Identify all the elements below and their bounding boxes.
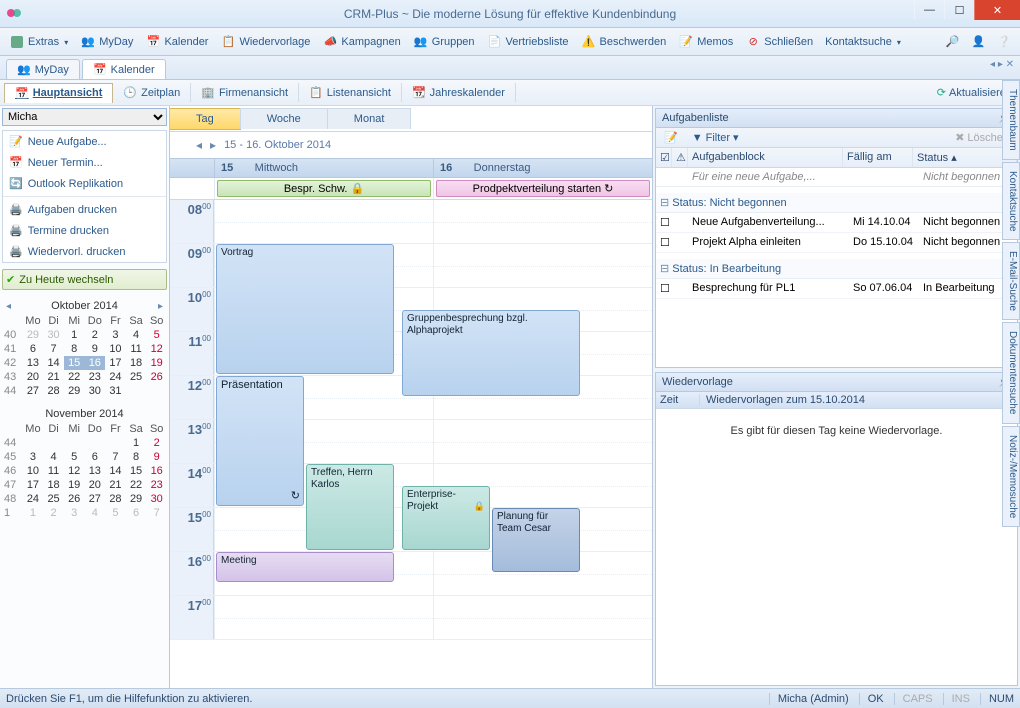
view-hauptansicht[interactable]: 📅Hauptansicht — [4, 83, 113, 103]
aufgaben-drucken-button[interactable]: 🖨️Aufgaben drucken — [3, 199, 166, 220]
left-sidebar: Micha 📝Neue Aufgabe... 📅Neuer Termin... … — [0, 106, 170, 688]
main-toolbar: Extras 👥MyDay 📅Kalender 📋Wiedervorlage 📣… — [0, 28, 1020, 56]
zeit-value: Wiedervorlagen zum 15.10.2014 — [700, 394, 1013, 406]
minicalendar-oktober[interactable]: ◂Oktober 2014▸ MoDiMiDoFrSaSo 4029301234… — [2, 298, 167, 398]
event-gruppe[interactable]: Gruppenbesprechung bzgl. Alphaprojekt — [402, 310, 580, 396]
tab-myday[interactable]: 👥MyDay — [6, 59, 80, 79]
task-row[interactable]: ☐Projekt Alpha einleitenDo 15.10.04Nicht… — [656, 233, 1017, 253]
wiedervorlage-title: Wiedervorlage — [662, 376, 733, 388]
day-header-1[interactable]: 15 Mittwoch — [214, 159, 433, 177]
sidetab-dokumentensuche[interactable]: Dokumentensuche — [1002, 322, 1020, 423]
window-title: CRM-Plus ~ Die moderne Lösung für effekt… — [344, 7, 676, 21]
view-tabs: 📅Hauptansicht 🕒Zeitplan 🏢Firmenansicht 📋… — [0, 80, 1020, 106]
event-praesentation[interactable]: Präsentation↻ — [216, 376, 304, 506]
aktualisieren-button[interactable]: ⟳Aktualisieren — [937, 86, 1012, 99]
side-tabs: Themenbaum Kontaktsuche E-Mail-Suche Dok… — [1002, 80, 1020, 529]
time-grid[interactable]: 0800 0900 1000 1100 1200 1300 1400 1500 … — [170, 200, 652, 688]
event-meeting[interactable]: Meeting — [216, 552, 394, 582]
allday-event-2[interactable]: Prodpektverteilung starten↻ — [436, 180, 650, 197]
wiedervorlage-button[interactable]: 📋Wiedervorlage — [215, 32, 315, 52]
status-ins: INS — [943, 693, 970, 705]
tool-icon-2[interactable]: 👤 — [967, 33, 991, 50]
neuer-termin-button[interactable]: 📅Neuer Termin... — [3, 152, 166, 173]
view-listenansicht[interactable]: 📋Listenansicht — [299, 83, 402, 102]
event-enterprise[interactable]: Enterprise-Projekt — [402, 486, 490, 550]
neue-aufgabe-button[interactable]: 📝Neue Aufgabe... — [3, 131, 166, 152]
view-zeitplan[interactable]: 🕒Zeitplan — [113, 83, 191, 102]
zu-heute-button[interactable]: ✔Zu Heute wechseln — [2, 269, 167, 290]
document-tabs: 👥MyDay 📅Kalender ◂ ▸ ✕ — [0, 56, 1020, 80]
range-tag[interactable]: Tag — [170, 108, 241, 130]
action-list: 📝Neue Aufgabe... 📅Neuer Termin... 🔄Outlo… — [2, 130, 167, 263]
memos-button[interactable]: 📝Memos — [673, 32, 738, 52]
allday-event-1[interactable]: Bespr. Schw.🔒 — [217, 180, 431, 197]
new-task-icon[interactable]: 📝 — [660, 130, 682, 145]
event-vortrag[interactable]: Vortrag — [216, 244, 394, 374]
wiedervorl-drucken-button[interactable]: 🖨️Wiedervorl. drucken — [3, 241, 166, 262]
status-num: NUM — [980, 693, 1014, 705]
close-button[interactable]: ✕ — [974, 0, 1020, 20]
sidetab-kontaktsuche[interactable]: Kontaktsuche — [1002, 162, 1020, 241]
vertriebsliste-button[interactable]: 📄Vertriebsliste — [482, 32, 574, 52]
sidetab-themenbaum[interactable]: Themenbaum — [1002, 80, 1020, 160]
zeit-label: Zeit — [660, 394, 700, 406]
minicalendar-november[interactable]: November 2014 MoDiMiDoFrSaSo 4412 453456… — [2, 406, 167, 520]
group-in-bearbeitung[interactable]: Status: In Bearbeitung — [656, 259, 1017, 279]
group-nicht-begonnen[interactable]: Status: Nicht begonnen — [656, 193, 1017, 213]
outlook-replikation-button[interactable]: 🔄Outlook Replikation — [3, 173, 166, 194]
range-woche[interactable]: Woche — [240, 108, 328, 129]
col-faellig[interactable]: Fällig am — [843, 148, 913, 167]
app-icon — [6, 5, 22, 21]
kampagnen-button[interactable]: 📣Kampagnen — [317, 32, 405, 52]
col-status[interactable]: Status ▴ — [913, 148, 1003, 167]
tab-controls[interactable]: ◂ ▸ ✕ — [990, 59, 1014, 70]
tab-kalender[interactable]: 📅Kalender — [82, 59, 166, 79]
recur-icon: ↻ — [604, 182, 613, 195]
lock-icon: 🔒 — [350, 182, 364, 195]
termine-drucken-button[interactable]: 🖨️Termine drucken — [3, 220, 166, 241]
date-header: ◂ ▸ 15 - 16. Oktober 2014 — [170, 132, 652, 158]
view-firmenansicht[interactable]: 🏢Firmenansicht — [191, 83, 299, 102]
kalender-button[interactable]: 📅Kalender — [140, 32, 213, 52]
gruppen-button[interactable]: 👥Gruppen — [408, 32, 480, 52]
view-jahreskalender[interactable]: 📆Jahreskalender — [402, 83, 516, 102]
next-day-button[interactable]: ▸ — [210, 138, 216, 152]
day-header-2[interactable]: 16 Donnerstag — [433, 159, 652, 177]
minimize-button[interactable]: — — [914, 0, 944, 20]
kontaktsuche-button[interactable]: Kontaktsuche — [820, 34, 906, 50]
tool-icon-1[interactable]: 🔎 — [941, 33, 965, 50]
aufgabenliste-title: Aufgabenliste — [662, 112, 729, 124]
task-row[interactable]: ☐Besprechung für PL1So 07.06.04In Bearbe… — [656, 279, 1017, 299]
user-select[interactable]: Micha — [2, 108, 167, 126]
status-help: Drücken Sie F1, um die Hilfefunktion zu … — [6, 693, 252, 705]
maximize-button[interactable]: ☐ — [944, 0, 974, 20]
right-pane: Aufgabenliste📌 📝 ▼ Filter ▾ ✖ Löschen ☑⚠… — [652, 106, 1020, 688]
calendar-view: Tag Woche Monat ◂ ▸ 15 - 16. Oktober 201… — [170, 106, 652, 688]
myday-button[interactable]: 👥MyDay — [75, 32, 138, 52]
status-user: Micha (Admin) — [769, 693, 849, 705]
extras-menu[interactable]: Extras — [4, 32, 73, 52]
task-row[interactable]: ☐Neue Aufgabenverteilung...Mi 14.10.04Ni… — [656, 213, 1017, 233]
titlebar: CRM-Plus ~ Die moderne Lösung für effekt… — [0, 0, 1020, 28]
filter-button[interactable]: ▼ Filter ▾ — [688, 130, 743, 145]
date-range: 15 - 16. Oktober 2014 — [224, 139, 331, 151]
event-planung[interactable]: Planung für Team Cesar — [492, 508, 580, 572]
schliessen-button[interactable]: ⊘Schließen — [740, 32, 818, 52]
sidetab-email-suche[interactable]: E-Mail-Suche — [1002, 242, 1020, 320]
status-ok: OK — [859, 693, 884, 705]
event-treffen[interactable]: Treffen, Herrn Karlos — [306, 464, 394, 550]
sidetab-notiz-memosuche[interactable]: Notiz-/Memosuche — [1002, 426, 1020, 527]
range-monat[interactable]: Monat — [327, 108, 412, 129]
col-aufgabenblock[interactable]: Aufgabenblock — [688, 148, 843, 167]
status-bar: Drücken Sie F1, um die Hilfefunktion zu … — [0, 688, 1020, 708]
help-icon[interactable]: ❔ — [992, 33, 1016, 50]
prev-day-button[interactable]: ◂ — [196, 138, 202, 152]
beschwerden-button[interactable]: ⚠️Beschwerden — [576, 32, 672, 52]
wiedervorlage-empty: Es gibt für diesen Tag keine Wiedervorla… — [656, 409, 1017, 453]
status-caps: CAPS — [894, 693, 933, 705]
